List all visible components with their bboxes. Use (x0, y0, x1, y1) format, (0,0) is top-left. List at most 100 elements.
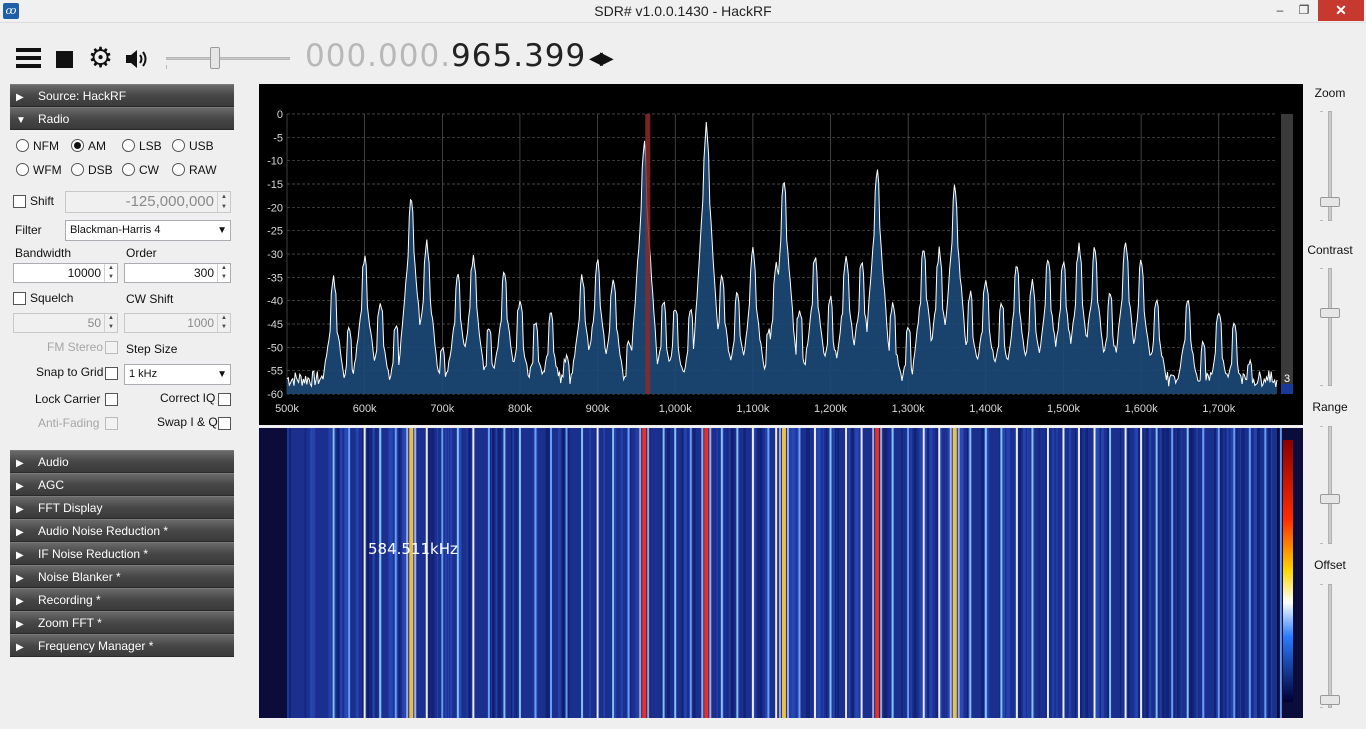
swap-iq-checkbox[interactable] (218, 417, 231, 430)
hamburger-menu-icon[interactable] (16, 46, 42, 72)
radio-circle[interactable] (122, 139, 135, 152)
close-button[interactable]: ✕ (1318, 0, 1364, 21)
waterfall-noise-stripe (605, 428, 607, 718)
volume-slider-track (166, 57, 290, 60)
chevron-down-icon: ▼ (217, 225, 227, 236)
mode-radio-cw[interactable]: CW (122, 163, 159, 177)
order-spinner[interactable]: ▲ ▼ (217, 264, 230, 282)
tuning-arrows-icon[interactable]: ◀▶ (589, 48, 614, 69)
waterfall-carrier-line (1155, 428, 1158, 718)
snap-to-grid-checkbox[interactable] (105, 367, 118, 380)
zoom-slider[interactable] (1320, 111, 1340, 221)
mode-radio-dsb[interactable]: DSB (71, 163, 113, 177)
offset-slider-thumb[interactable] (1320, 695, 1340, 705)
bandwidth-input[interactable]: 10000 ▲ ▼ (13, 263, 118, 283)
waterfall-noise-stripe (883, 428, 888, 718)
contrast-label: Contrast (1307, 243, 1353, 257)
fm-stereo-checkbox[interactable] (105, 341, 118, 354)
x-tick-label: 900k (586, 403, 610, 415)
fm-stereo-label: FM Stereo (47, 340, 104, 354)
waterfall-noise-stripe (1226, 428, 1229, 718)
section-header-if-noise-reduction[interactable]: ▶ IF Noise Reduction * (10, 542, 234, 565)
mode-radio-usb[interactable]: USB (172, 139, 214, 153)
mode-radio-raw[interactable]: RAW (172, 163, 217, 177)
range-label: Range (1312, 400, 1348, 414)
section-header-radio[interactable]: ▼ Radio (10, 107, 234, 130)
waterfall-carrier-line (1186, 428, 1189, 718)
shift-input[interactable]: -125,000,000 ▲ ▼ (65, 191, 231, 213)
order-input[interactable]: 300 ▲ ▼ (124, 263, 231, 283)
lock-carrier-checkbox[interactable] (105, 393, 118, 406)
section-header-agc[interactable]: ▶ AGC (10, 473, 234, 496)
range-slider-thumb[interactable] (1320, 494, 1340, 504)
section-header-noise-blanker[interactable]: ▶ Noise Blanker * (10, 565, 234, 588)
shift-spinner[interactable]: ▲ ▼ (217, 192, 230, 212)
waterfall-noise-stripe (1056, 428, 1058, 718)
speaker-icon[interactable] (124, 46, 150, 72)
frequency-active-digits[interactable]: 965.399 (451, 38, 586, 74)
volume-slider[interactable] (166, 46, 290, 72)
mode-radio-wfm[interactable]: WFM (16, 163, 62, 177)
section-header-recording[interactable]: ▶ Recording * (10, 588, 234, 611)
radio-circle[interactable] (16, 139, 29, 152)
maximize-button[interactable]: ❐ (1290, 0, 1318, 21)
waterfall-noise-stripe (595, 428, 597, 718)
radio-circle[interactable] (16, 163, 29, 176)
stop-icon[interactable] (56, 51, 73, 68)
waterfall-display[interactable]: 584.511kHz (259, 428, 1303, 718)
waterfall-plot[interactable] (259, 428, 1303, 718)
shift-checkbox[interactable] (13, 195, 26, 208)
squelch-input[interactable]: 50 ▲ ▼ (13, 313, 118, 333)
waterfall-noise-stripe (1145, 428, 1149, 718)
section-header-source[interactable]: ▶ Source: HackRF (10, 84, 234, 107)
section-label: Zoom FFT * (38, 616, 102, 630)
waterfall-noise-stripe (1270, 428, 1273, 718)
contrast-slider-thumb[interactable] (1320, 308, 1340, 318)
cw-shift-spinner[interactable]: ▲ ▼ (217, 314, 230, 332)
squelch-label: Squelch (30, 291, 74, 305)
spectrum-analyzer[interactable]: 0 -5 -10 -15 -20 -25 -30 -35 -40 -45 -50 -55 -60 500k… (259, 84, 1303, 425)
cw-shift-input[interactable]: 1000 ▲ ▼ (124, 313, 231, 333)
range-slider[interactable] (1320, 426, 1340, 544)
contrast-slider[interactable] (1320, 268, 1340, 386)
mode-radio-nfm[interactable]: NFM (16, 139, 59, 153)
volume-slider-thumb[interactable] (210, 47, 220, 69)
spectrum-plot[interactable]: 0 -5 -10 -15 -20 -25 -30 -35 -40 -45 -50 -55 -60 500k… (259, 84, 1303, 425)
section-header-fft-display[interactable]: ▶ FFT Display (10, 496, 234, 519)
filter-select[interactable]: Blackman-Harris 4 ▼ (65, 220, 231, 241)
mode-radio-lsb[interactable]: LSB (122, 139, 162, 153)
section-header-zoom-fft[interactable]: ▶ Zoom FFT * (10, 611, 234, 634)
gear-icon[interactable]: ⚙ (88, 44, 114, 72)
x-tick-label: 1,700k (1202, 403, 1236, 415)
radio-circle[interactable] (122, 163, 135, 176)
waterfall-carrier-line (409, 428, 414, 718)
frequency-display[interactable]: 000.000.965.399 (305, 38, 586, 74)
offset-slider[interactable] (1320, 584, 1340, 708)
cw-shift-label: CW Shift (126, 292, 174, 306)
expand-arrow-icon: ▶ (16, 550, 24, 561)
waterfall-noise-stripe (372, 428, 375, 718)
radio-circle[interactable] (71, 163, 84, 176)
section-header-audio-noise-reduction[interactable]: ▶ Audio Noise Reduction * (10, 519, 234, 542)
waterfall-carrier-line (775, 428, 778, 718)
frequency-leading-digits[interactable]: 000.000. (305, 38, 451, 74)
section-header-frequency-manager[interactable]: ▶ Frequency Manager * (10, 634, 234, 657)
anti-fading-checkbox[interactable] (105, 417, 118, 430)
waterfall-noise-stripe (731, 428, 733, 718)
mode-radio-am[interactable]: AM (71, 139, 106, 153)
waterfall-noise-stripe (436, 428, 439, 718)
radio-circle[interactable] (172, 163, 185, 176)
squelch-spinner[interactable]: ▲ ▼ (104, 314, 117, 332)
waterfall-noise-stripe (1235, 428, 1238, 718)
radio-circle[interactable] (172, 139, 185, 152)
radio-circle[interactable] (71, 139, 84, 152)
bandwidth-spinner[interactable]: ▲ ▼ (104, 264, 117, 282)
waterfall-noise-stripe (1038, 428, 1040, 718)
step-size-select[interactable]: 1 kHz ▼ (124, 364, 231, 385)
correct-iq-checkbox[interactable] (218, 393, 231, 406)
squelch-checkbox[interactable] (13, 292, 26, 305)
swap-iq-label: Swap I & Q (157, 415, 218, 429)
zoom-slider-thumb[interactable] (1320, 197, 1340, 207)
section-header-audio[interactable]: ▶ Audio (10, 450, 234, 473)
expand-arrow-icon: ▶ (16, 458, 24, 469)
